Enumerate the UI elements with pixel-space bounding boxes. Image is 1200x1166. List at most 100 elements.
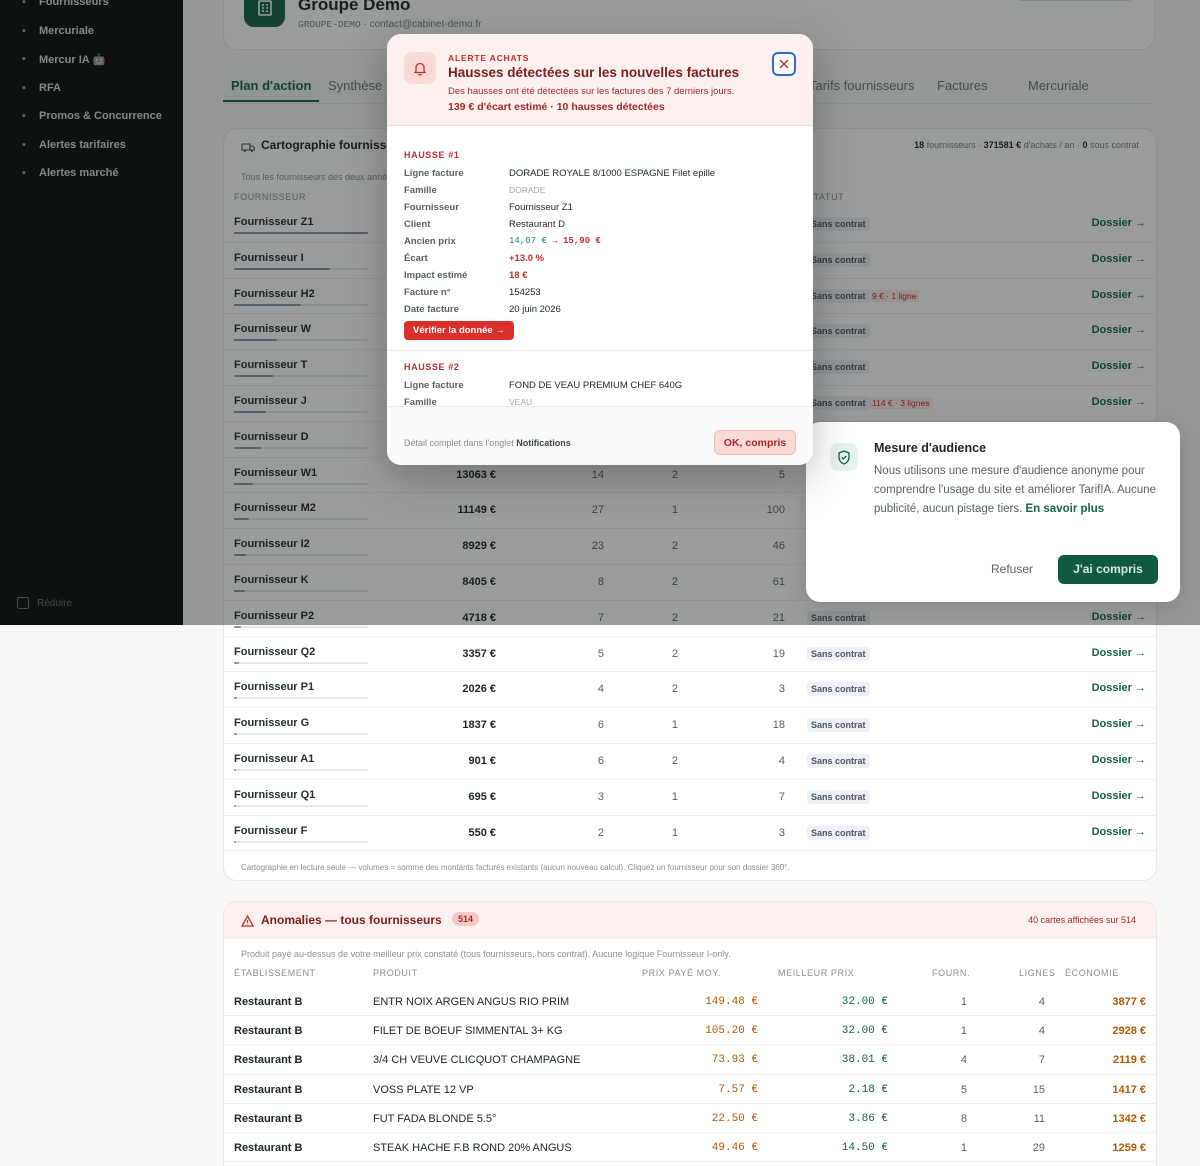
cell-product: VOSS PLATE 12 VP — [373, 1083, 474, 1096]
ok-button[interactable]: OK, compris — [714, 430, 796, 455]
status-badge: Sans contrat — [807, 754, 870, 768]
cell-site: Restaurant B — [234, 1142, 303, 1154]
table-row[interactable]: Restaurant B VOSS PLATE 12 VP 7.57 € 2.18 €… — [224, 1075, 1156, 1104]
count-c1: 3 — [597, 790, 604, 803]
cell-saving: 1259 € — [1112, 1142, 1146, 1154]
key-family: Famille — [404, 185, 437, 196]
cell-saving: 2119 € — [1112, 1054, 1146, 1067]
cell-lines: 4 — [1038, 996, 1045, 1008]
cell-fourn: 5 — [960, 1083, 967, 1096]
cell-fourn: 4 — [960, 1054, 967, 1067]
cell-paid: 73.93 € — [711, 1054, 758, 1067]
cell-fourn: 8 — [960, 1112, 967, 1125]
notifications-link[interactable]: Notifications — [516, 438, 571, 448]
cell-lines: 4 — [1038, 1025, 1045, 1038]
key-supplier: Fournisseur — [404, 202, 459, 213]
anomalies-title: Anomalies — tous fournisseurs — [261, 913, 442, 927]
table-row[interactable]: Fournisseur P1 2026 € 4 2 3 Sans contrat Dossi… — [224, 672, 1156, 709]
hausse-1-label: HAUSSE #1 — [404, 150, 460, 160]
value-price-change: 14,07 € → 15,90 € — [509, 236, 601, 246]
supplier-name[interactable]: Fournisseur A1 — [234, 753, 314, 765]
volume-bar — [234, 697, 368, 700]
count-c1: 5 — [597, 647, 604, 660]
cell-fourn: 1 — [960, 996, 967, 1008]
cell-product: FUT FADA BLONDE 5.5° — [373, 1112, 497, 1125]
count-c2: 1 — [671, 719, 678, 732]
close-modal-button[interactable] — [772, 52, 796, 76]
supplier-name[interactable]: Fournisseur G — [234, 717, 309, 729]
dossier-link[interactable]: Dossier → — [1092, 790, 1146, 802]
supplier-name[interactable]: Fournisseur F — [234, 825, 307, 837]
cell-lines: 29 — [1032, 1142, 1045, 1154]
volume-bar-fill — [234, 769, 236, 771]
table-row[interactable]: Restaurant B STEAK HACHE F.B ROND 20% ANG… — [224, 1133, 1156, 1163]
cell-site: Restaurant B — [234, 1025, 303, 1038]
volume: 1837 € — [462, 719, 496, 732]
table-row[interactable]: Restaurant B 3/4 CH VEUVE CLICQUOT CHAMPA… — [224, 1045, 1156, 1075]
table-row[interactable]: Restaurant B ENTR NOIX ARGEN ANGUS RIO PR… — [224, 987, 1156, 1017]
volume: 901 € — [468, 755, 496, 767]
anomaly-col-1: Produit — [373, 968, 418, 978]
consent-accept-button[interactable]: J'ai compris — [1058, 555, 1158, 584]
consent-learn-more-link[interactable]: En savoir plus — [1026, 503, 1105, 515]
cell-best: 32.00 € — [841, 1025, 888, 1038]
count-c1: 4 — [597, 683, 604, 696]
count-c3: 3 — [778, 683, 785, 696]
volume-bar-fill — [234, 733, 237, 736]
cell-best: 32.00 € — [841, 996, 888, 1008]
supplier-name[interactable]: Fournisseur Q2 — [234, 646, 315, 658]
consent-refuse-button[interactable]: Refuser — [991, 562, 1033, 576]
count-c3: 7 — [778, 790, 785, 803]
cell-saving: 3877 € — [1112, 996, 1146, 1008]
key-old-price: Ancien prix — [404, 236, 456, 247]
value-line: DORADE ROYALE 8/1000 ESPAGNE Filet epill… — [509, 168, 716, 179]
cell-site: Restaurant B — [234, 1054, 303, 1067]
dossier-link[interactable]: Dossier → — [1092, 647, 1146, 659]
arrow-right-icon: → — [552, 236, 564, 246]
anomalies-count-badge: 514 — [452, 912, 480, 926]
volume: 695 € — [468, 790, 496, 803]
dossier-link[interactable]: Dossier → — [1092, 718, 1146, 730]
volume-bar — [234, 769, 368, 771]
dossier-link[interactable]: Dossier → — [1092, 826, 1146, 838]
volume-bar — [234, 840, 368, 843]
status-badge: Sans contrat — [807, 682, 870, 697]
volume: 3357 € — [462, 647, 496, 660]
table-row[interactable]: Fournisseur F 550 € 2 1 3 Sans contrat Dossier… — [224, 816, 1156, 852]
count-c3: 19 — [772, 647, 785, 660]
dossier-link[interactable]: Dossier → — [1092, 754, 1146, 766]
key-invoice: Facture n° — [404, 287, 451, 298]
modal-eyebrow: ALERTE ACHATS — [448, 53, 530, 63]
count-c2: 2 — [671, 755, 678, 767]
hausse-2-label: HAUSSE #2 — [404, 362, 460, 372]
table-row[interactable]: Restaurant B FILET DE BOEUF SIMMENTAL 3+ … — [224, 1016, 1156, 1046]
status-badge: Sans contrat — [807, 825, 870, 840]
verify-data-button[interactable]: Vérifier la donnée → — [404, 321, 514, 340]
modal-title: Hausses détectées sur les nouvelles fact… — [448, 65, 740, 80]
status-badge: Sans contrat — [807, 646, 870, 661]
table-row[interactable]: Fournisseur Q2 3357 € 5 2 19 Sans contrat Doss… — [224, 637, 1156, 673]
cell-best: 14.50 € — [841, 1142, 888, 1154]
anomaly-col-3: Meilleur prix — [778, 968, 855, 978]
cell-best: 2.18 € — [848, 1083, 888, 1096]
count-c1: 6 — [597, 755, 604, 767]
modal-footer: Détail complet dans l'onglet Notificatio… — [387, 406, 813, 465]
cell-saving: 1417 € — [1112, 1083, 1146, 1096]
dossier-link[interactable]: Dossier → — [1092, 682, 1146, 694]
table-row[interactable]: Restaurant B FUT FADA BLONDE 5.5° 22.50 € 3… — [224, 1104, 1156, 1133]
key-gap: Écart — [404, 253, 428, 264]
hausse-divider — [387, 350, 813, 351]
table-row[interactable]: Fournisseur Q1 695 € 3 1 7 Sans contrat Dossie… — [224, 780, 1156, 816]
footer-text: Détail complet dans l'onglet — [404, 438, 517, 448]
cell-lines: 15 — [1032, 1083, 1045, 1096]
supplier-name[interactable]: Fournisseur P1 — [234, 681, 314, 693]
cell-product: 3/4 CH VEUVE CLICQUOT CHAMPAGNE — [373, 1054, 581, 1067]
value-invoice: 154253 — [509, 287, 541, 298]
cell-lines: 11 — [1033, 1112, 1045, 1125]
table-row[interactable]: Fournisseur G 1837 € 6 1 18 Sans contrat Dossi… — [224, 708, 1156, 744]
consent-title: Mesure d'audience — [874, 441, 987, 455]
supplier-name[interactable]: Fournisseur Q1 — [234, 789, 315, 801]
table-row[interactable]: Fournisseur A1 901 € 6 2 4 Sans contrat Dossie… — [224, 744, 1156, 780]
key-client: Client — [404, 219, 431, 230]
old-price: 14,07 € — [509, 236, 547, 246]
